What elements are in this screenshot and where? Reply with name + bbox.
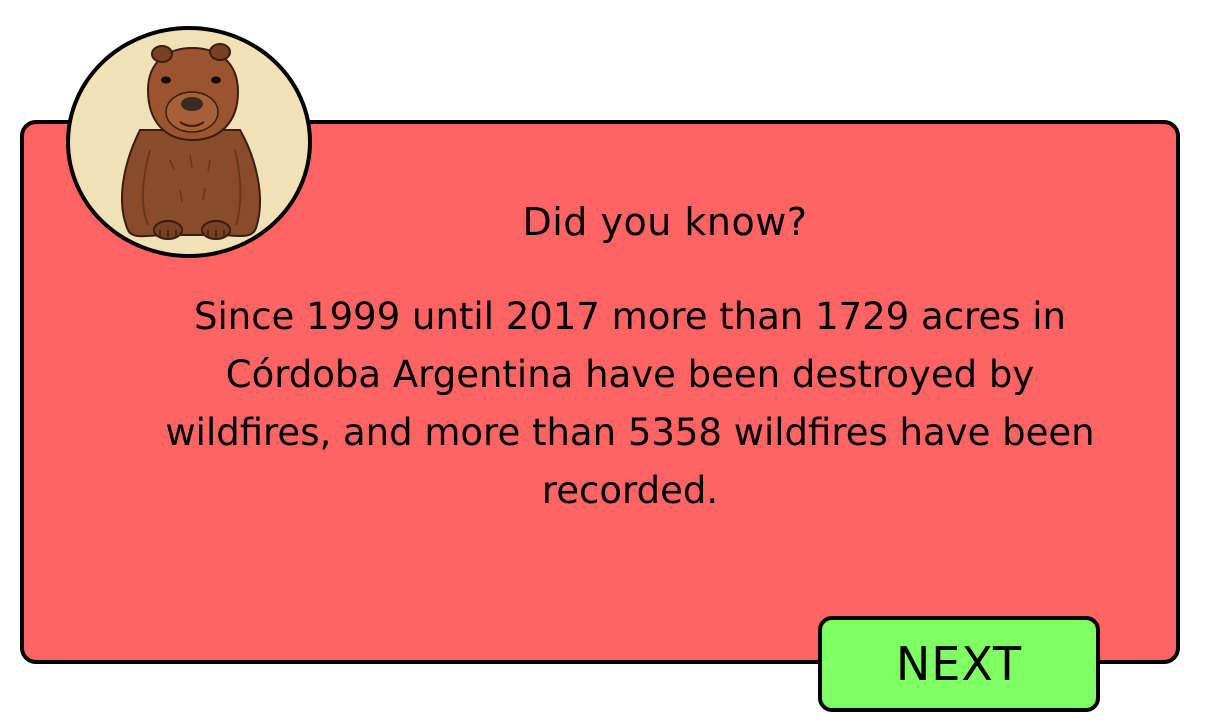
next-button-label: NEXT: [895, 637, 1023, 691]
game-screen: Did you know? Since 1999 until 2017 more…: [0, 0, 1213, 728]
dialog-body-text: Since 1999 until 2017 more than 1729 acr…: [165, 295, 1095, 512]
capybara-icon: [121, 43, 262, 240]
capybara-avatar: [66, 26, 312, 258]
dialog-heading: Did you know?: [522, 200, 808, 244]
next-button[interactable]: NEXT: [818, 616, 1100, 712]
